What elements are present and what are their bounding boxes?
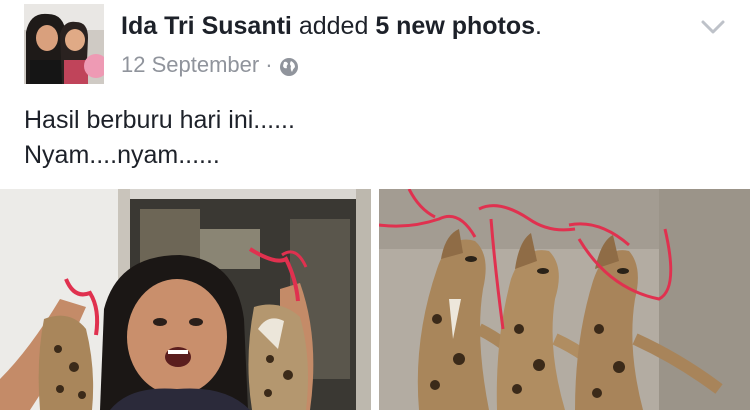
photo-three-leopard-cats-on-ground[interactable] [379, 189, 750, 410]
post-action-text: added [298, 12, 369, 40]
post-header: Ida Tri Susanti added 5 new photos. [121, 10, 542, 42]
author-name-link[interactable]: Ida Tri Susanti [121, 12, 292, 40]
meta-separator: · [265, 52, 273, 77]
profile-avatar[interactable] [24, 4, 104, 84]
caption-line-2: Nyam....nyam...... [24, 141, 220, 169]
photo-woman-holding-leopard-cats[interactable] [0, 189, 371, 410]
feed-post: Ida Tri Susanti added 5 new photos. 12 S… [0, 0, 750, 410]
post-meta: 12 September · [121, 50, 299, 80]
chevron-down-icon[interactable] [698, 14, 728, 40]
caption-line-1: Hasil berburu hari ini...... [24, 106, 295, 134]
photo-count-link[interactable]: 5 new photos [375, 12, 535, 40]
post-caption: Hasil berburu hari ini...... Nyam....nya… [24, 103, 295, 173]
globe-icon[interactable] [279, 55, 299, 76]
post-date-link[interactable]: 12 September [121, 50, 259, 80]
header-punctuation: . [535, 12, 542, 40]
